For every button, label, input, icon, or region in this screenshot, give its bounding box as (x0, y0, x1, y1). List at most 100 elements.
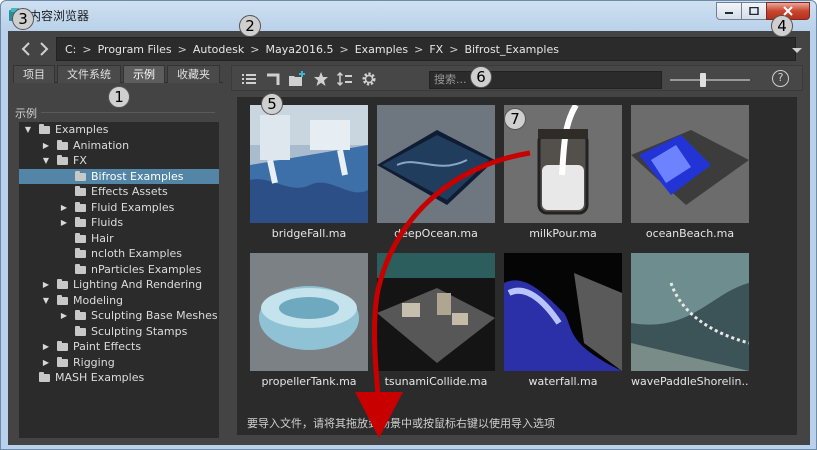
expand-arrow-right-icon[interactable]: ▶ (59, 200, 69, 216)
tree-item[interactable]: ncloth Examples (19, 246, 219, 262)
expand-arrow-down-icon[interactable]: ▼ (41, 153, 51, 169)
callout-badge: 5 (261, 93, 283, 115)
list-view-icon[interactable] (240, 70, 258, 88)
tree-item[interactable]: ▶ Paint Effects (19, 339, 219, 355)
tree-item-label: Bifrost Examples (91, 169, 184, 183)
tab-2[interactable]: 示例 (123, 65, 165, 83)
breadcrumb-item[interactable]: Autodesk (193, 43, 244, 56)
file-thumbnail[interactable]: deepOcean.ma (377, 105, 495, 240)
tree-item[interactable]: ▶ Sculpting Base Meshes (19, 308, 219, 324)
tree-item-label: Sculpting Base Meshes (91, 309, 218, 322)
tree-item[interactable]: MASH Examples (19, 370, 219, 386)
thumbnail-image (250, 105, 368, 223)
add-folder-icon[interactable] (288, 70, 306, 88)
expand-arrow-right-icon[interactable]: ▶ (59, 308, 69, 324)
expand-arrow-right-icon[interactable]: ▶ (41, 355, 51, 371)
file-thumbnail[interactable]: waterfall.ma (504, 253, 622, 388)
settings-gear-icon[interactable] (360, 70, 378, 88)
file-name: bridgeFall.ma (271, 227, 347, 240)
breadcrumb-item[interactable]: Examples (355, 43, 408, 56)
expand-arrow-down-icon[interactable]: ▼ (23, 122, 33, 138)
path-history-dropdown[interactable] (792, 48, 802, 53)
folder-icon (39, 372, 50, 382)
breadcrumb-item[interactable]: Bifrost_Examples (464, 43, 558, 56)
breadcrumb-item[interactable]: Maya2016.5 (265, 43, 333, 56)
search-input[interactable]: 搜索... (429, 71, 662, 89)
tree-item[interactable]: Bifrost Examples (19, 168, 219, 184)
callout-badge: 4 (771, 15, 793, 37)
tree-item[interactable]: Hair (19, 231, 219, 247)
thumbnail-image (631, 253, 749, 371)
chevron-right-icon (40, 42, 49, 56)
file-thumbnail[interactable]: oceanBeach.ma (631, 105, 749, 240)
tree-item-label: Effects Assets (91, 185, 168, 198)
file-thumbnail[interactable]: tsunamiCollide.ma (377, 253, 495, 388)
import-hint: 要导入文件，请将其拖放到场景中或按鼠标右键以使用导入选项 (247, 417, 555, 430)
chevron-left-icon (21, 42, 30, 56)
tree-item-label: Modeling (73, 293, 124, 307)
file-name: oceanBeach.ma (645, 227, 735, 240)
thumbnail-image (377, 253, 495, 371)
tree-item-label: Sculpting Stamps (91, 324, 188, 338)
file-name: tsunamiCollide.ma (384, 375, 488, 388)
tree-item-label: Hair (91, 231, 114, 245)
sort-icon[interactable] (336, 70, 354, 88)
tree-item[interactable]: Sculpting Stamps (19, 324, 219, 340)
tree-item[interactable]: ▶ Fluid Examples (19, 200, 219, 216)
expand-arrow-right-icon[interactable]: ▶ (59, 215, 69, 231)
expand-arrow-right-icon[interactable]: ▶ (41, 339, 51, 355)
tab-bar: 项目 文件系统 示例 收藏夹 (13, 65, 223, 83)
thumbnail-image (250, 253, 368, 371)
tree-item[interactable]: ▶ Fluids (19, 215, 219, 231)
folder-icon (39, 124, 50, 134)
maximize-button[interactable] (741, 2, 767, 20)
callout-badge: 2 (239, 15, 261, 37)
tree-item[interactable]: ▶ Lighting And Rendering (19, 277, 219, 293)
tree-item[interactable]: ▶ Animation (19, 138, 219, 154)
help-button[interactable]: ? (772, 70, 789, 87)
tree-item[interactable]: nParticles Examples (19, 262, 219, 278)
content-browser-window: 内容浏览器 C: > Program Files > Autodesk > Maya2016… (0, 0, 817, 450)
callout-badge: 3 (12, 8, 34, 30)
file-thumbnail[interactable]: wavePaddleShorelin... (631, 253, 749, 388)
expand-arrow-right-icon[interactable]: ▶ (41, 277, 51, 293)
breadcrumb[interactable]: C: > Program Files > Autodesk > Maya2016.5 > Exa… (56, 37, 796, 61)
expand-arrow-down-icon[interactable]: ▼ (41, 293, 51, 309)
favorite-star-icon[interactable] (312, 70, 330, 88)
folder-icon (75, 325, 86, 336)
left-panel: 项目 文件系统 示例 收藏夹 示例 ▼ Examples ▶ Animation ▼ FX Bif… (13, 65, 223, 441)
tab-3[interactable]: 收藏夹 (167, 65, 220, 83)
folder-icon (75, 170, 86, 181)
folder-icon (75, 263, 86, 274)
folder-icon (75, 186, 86, 196)
forward-button[interactable] (36, 39, 52, 59)
thumbnail-size-slider[interactable] (670, 73, 750, 87)
title-bar[interactable]: 内容浏览器 (1, 1, 816, 29)
tree-item-label: MASH Examples (55, 371, 145, 384)
tree-item[interactable]: ▼ Modeling (19, 293, 219, 309)
minimize-button[interactable] (716, 2, 742, 20)
file-thumbnail[interactable]: propellerTank.ma (250, 253, 368, 388)
tree-item-label: Lighting And Rendering (73, 278, 203, 291)
back-button[interactable] (18, 39, 34, 59)
tree-item[interactable]: Effects Assets (19, 184, 219, 200)
tab-1[interactable]: 文件系统 (57, 65, 121, 83)
breadcrumb-item[interactable]: C: (65, 43, 76, 56)
folder-tree[interactable]: ▼ Examples ▶ Animation ▼ FX Bifrost Examples Ef… (19, 122, 219, 438)
folder-icon (57, 294, 68, 305)
expand-arrow-right-icon[interactable]: ▶ (41, 138, 51, 154)
go-to-parent-icon[interactable] (264, 70, 282, 88)
tab-0[interactable]: 项目 (13, 65, 55, 83)
tree-item[interactable]: ▼ FX (19, 153, 219, 169)
minimize-icon (725, 12, 733, 14)
tree-item[interactable]: ▶ Rigging (19, 355, 219, 371)
slider-thumb[interactable] (699, 73, 706, 87)
callout-badge: 1 (108, 86, 130, 108)
breadcrumb-item[interactable]: Program Files (98, 43, 172, 56)
tree-item[interactable]: ▼ Examples (19, 122, 219, 138)
file-thumbnail[interactable]: bridgeFall.ma (250, 105, 368, 240)
file-name: propellerTank.ma (261, 375, 357, 388)
file-name: wavePaddleShorelin... (631, 375, 749, 388)
callout-badge: 6 (470, 66, 492, 88)
breadcrumb-item[interactable]: FX (429, 43, 443, 56)
